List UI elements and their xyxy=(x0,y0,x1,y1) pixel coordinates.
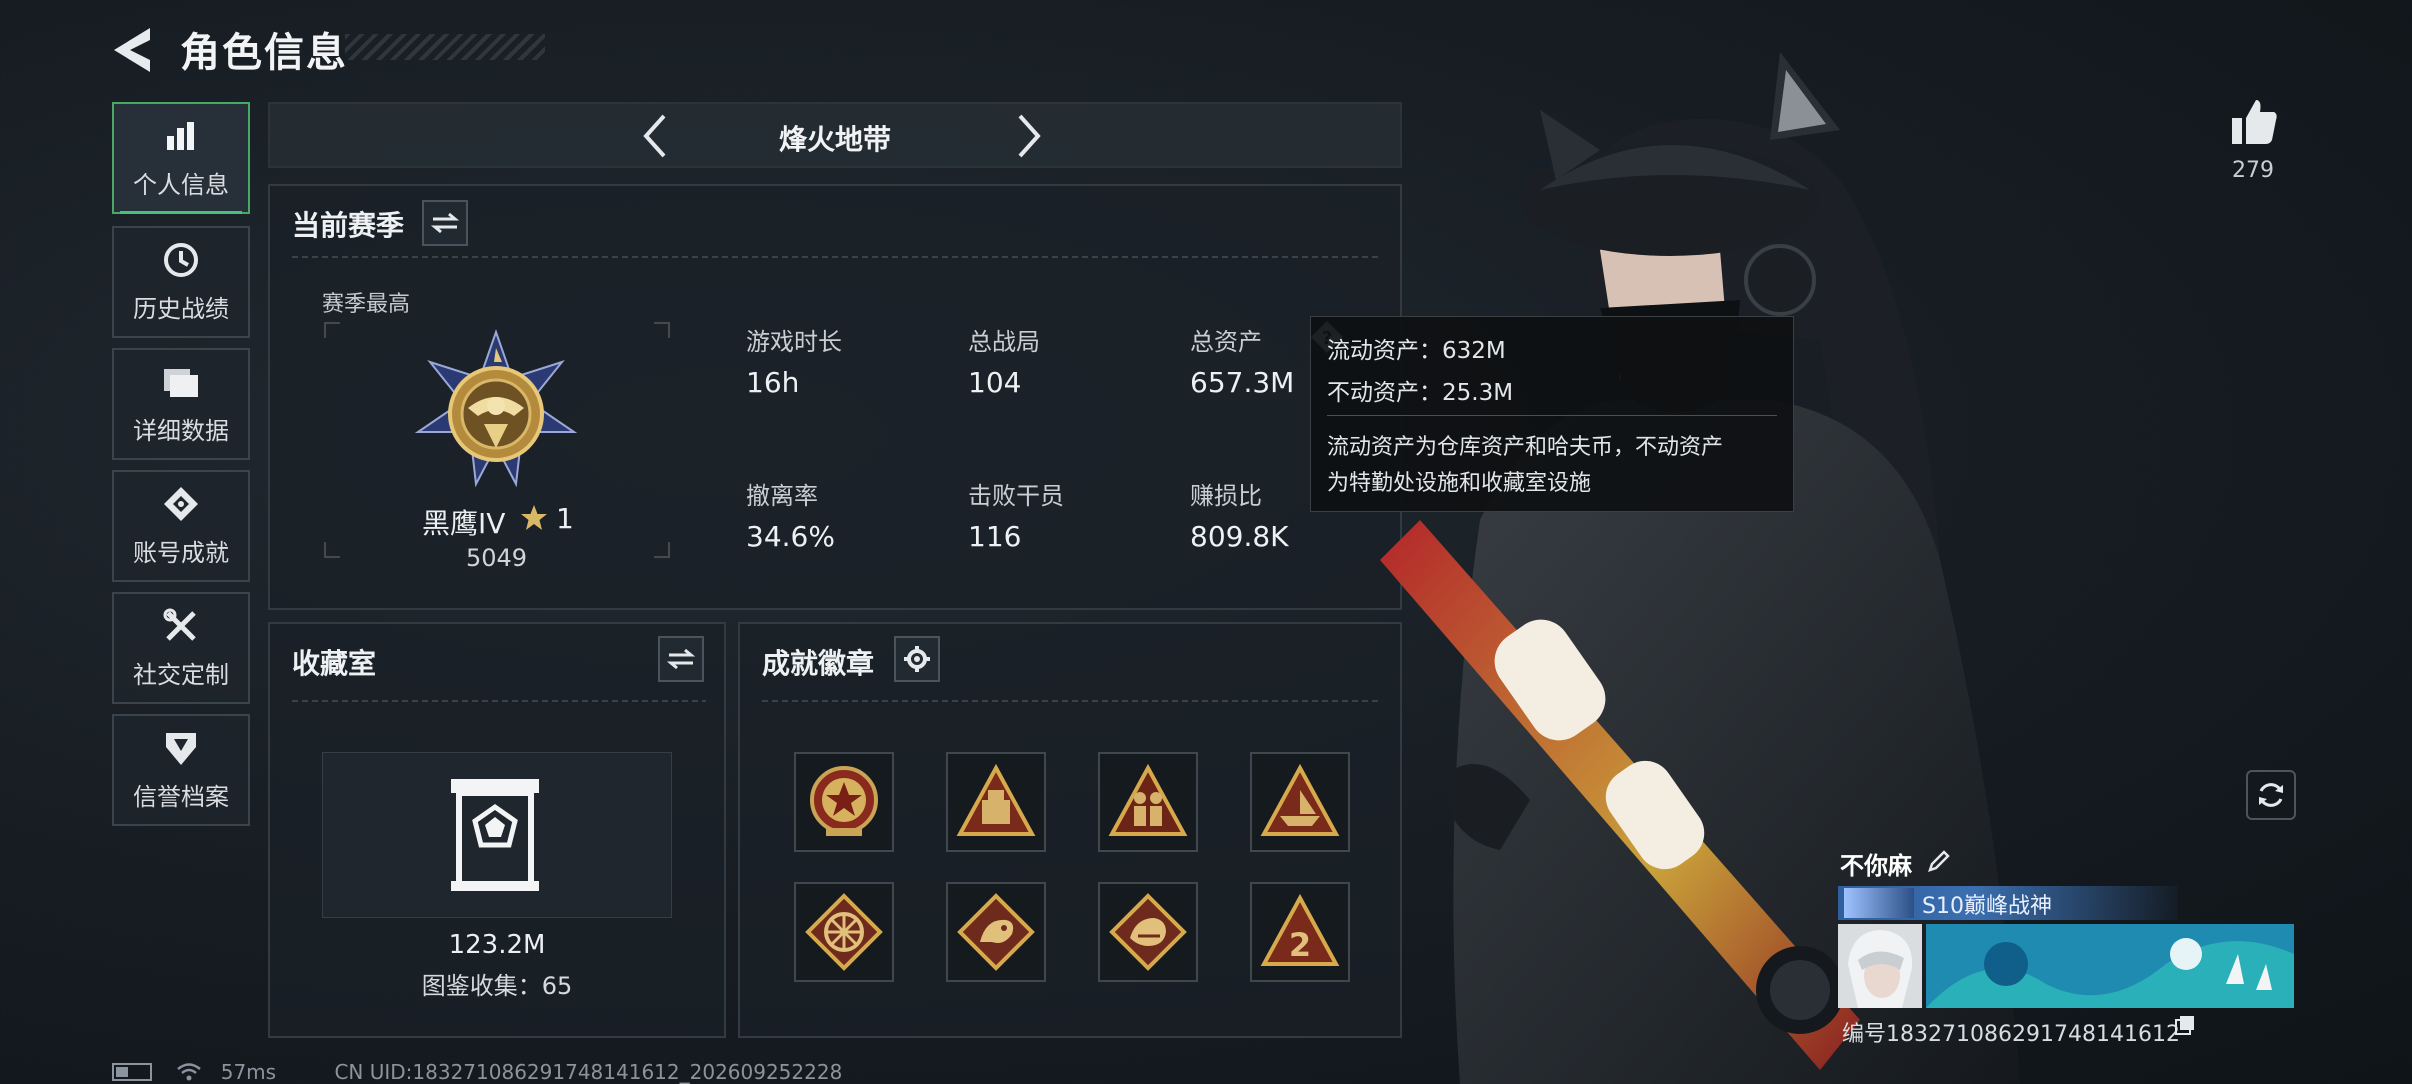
stat-label: 游戏时长 xyxy=(746,328,842,356)
avatar xyxy=(1838,924,1922,1008)
pencil-icon xyxy=(1928,850,1950,872)
achievements-title: 成就徽章 xyxy=(762,647,875,680)
divider xyxy=(292,700,706,702)
star-icon xyxy=(520,504,548,532)
next-mode-button[interactable] xyxy=(1004,112,1052,160)
edit-name-button[interactable] xyxy=(1926,848,1952,874)
collection-value: 123.2M xyxy=(448,930,546,960)
rank-stars: 1 xyxy=(556,502,574,535)
refresh-button[interactable] xyxy=(2246,770,2296,820)
stat-label: 撤离率 xyxy=(746,482,818,510)
swap-icon xyxy=(667,648,695,670)
nav-label: 社交定制 xyxy=(133,660,229,689)
thumbs-up-icon[interactable] xyxy=(2228,96,2280,148)
vault-icon xyxy=(447,777,543,893)
uid-text: CN UID:183271086291748141612_20260925222… xyxy=(334,1059,843,1084)
clock-history-icon xyxy=(161,241,201,279)
season-title: 当前赛季 xyxy=(292,209,405,242)
nav-history[interactable]: 历史战绩 xyxy=(112,226,250,338)
nav-label: 详细数据 xyxy=(133,416,229,445)
soldiers-badge-icon[interactable] xyxy=(1098,752,1198,852)
back-arrow-icon xyxy=(114,28,150,72)
back-button[interactable] xyxy=(110,24,158,76)
battery-icon xyxy=(112,1062,152,1081)
divider xyxy=(762,700,1382,702)
swap-icon xyxy=(431,212,459,234)
collection-preview[interactable] xyxy=(322,752,672,918)
divider xyxy=(292,256,1382,258)
refresh-icon xyxy=(2259,783,2283,807)
gear-icon xyxy=(904,646,930,672)
tooltip-fixed-assets: 不动资产：25.3M xyxy=(1327,380,1514,406)
season-best-label: 赛季最高 xyxy=(322,292,411,317)
stat-label: 总资产 xyxy=(1190,328,1262,356)
crate-badge-icon[interactable] xyxy=(946,752,1046,852)
season-panel: 当前赛季 赛季最高 黑鹰IV 1 5049 游戏时长 16h 总战局 104 总… xyxy=(268,184,1402,610)
season-switch-button[interactable] xyxy=(422,200,468,246)
copy-id-button[interactable] xyxy=(2174,1014,2196,1036)
mode-selector: 烽火地带 xyxy=(268,102,1402,168)
nav-label: 历史战绩 xyxy=(133,294,229,323)
stat-label: 赚损比 xyxy=(1190,482,1262,510)
tooltip-description-line1: 流动资产为仓库资产和哈夫币，不动资产 xyxy=(1327,435,1724,460)
title-emblem-icon xyxy=(1844,888,1914,918)
asset-tooltip: 流动资产：632M 不动资产：25.3M 流动资产为仓库资产和哈夫币，不动资产 … xyxy=(1310,316,1794,512)
achievement-diamond-icon xyxy=(161,485,201,523)
player-title: S10巅峰战神 xyxy=(1922,894,2052,919)
frame-corner xyxy=(654,322,670,338)
nav-reputation[interactable]: 信誉档案 xyxy=(112,714,250,826)
wheel-badge-icon[interactable] xyxy=(794,882,894,982)
stat-value: 104 xyxy=(968,366,1022,399)
player-name: 不你麻 xyxy=(1840,852,1912,880)
frame-corner xyxy=(324,542,340,558)
tooltip-divider xyxy=(1327,415,1777,416)
dragon-badge-icon[interactable] xyxy=(946,882,1046,982)
shield-icon xyxy=(161,729,201,767)
player-card[interactable]: 不你麻 S10巅峰战神 编号183271086291748141612 xyxy=(1836,836,2296,1052)
collection-switch-button[interactable] xyxy=(658,636,704,682)
page-title: 角色信息 xyxy=(180,30,348,76)
mode-title: 烽火地带 xyxy=(778,123,891,156)
player-banner-image xyxy=(1926,924,2294,1008)
nav-social-custom[interactable]: 社交定制 xyxy=(112,592,250,704)
nav-detailed-data[interactable]: 详细数据 xyxy=(112,348,250,460)
stat-label: 击败干员 xyxy=(968,482,1064,510)
collection-title: 收藏室 xyxy=(292,647,377,680)
wifi-icon xyxy=(176,1062,202,1082)
ping-value: 57ms xyxy=(220,1059,277,1084)
achievements-settings-button[interactable] xyxy=(894,636,940,682)
tooltip-liquid-assets: 流动资产：632M xyxy=(1327,338,1506,364)
rank-name: 黑鹰IV xyxy=(422,507,506,540)
copy-icon xyxy=(2175,1016,2194,1035)
collection-count: 图鉴收集：65 xyxy=(421,972,573,1000)
tools-icon xyxy=(161,607,201,645)
nav-label: 信誉档案 xyxy=(133,782,229,811)
frame-corner xyxy=(324,322,340,338)
nav-account-achievements[interactable]: 账号成就 xyxy=(112,470,250,582)
collection-panel: 收藏室 123.2M 图鉴收集：65 xyxy=(268,622,726,1038)
beast-badge-icon[interactable] xyxy=(1098,882,1198,982)
tooltip-description-line2: 为特勤处设施和收藏室设施 xyxy=(1327,471,1592,496)
nav-personal-info[interactable]: 个人信息 xyxy=(112,102,250,214)
like-count: 279 xyxy=(2232,158,2274,183)
player-id: 编号183271086291748141612 xyxy=(1842,1022,2180,1047)
status-bar: 57ms CN UID:183271086291748141612_202609… xyxy=(112,1058,842,1084)
player-title-plate: S10巅峰战神 xyxy=(1838,886,2178,920)
frame-corner xyxy=(654,542,670,558)
rank-emblem-icon xyxy=(406,328,586,496)
stat-value: 657.3M xyxy=(1190,366,1295,399)
stat-value: 116 xyxy=(968,520,1022,553)
stat-value: 16h xyxy=(746,366,800,399)
nav-label: 个人信息 xyxy=(133,170,229,199)
chevron-right-icon xyxy=(1018,114,1041,158)
nav-label: 账号成就 xyxy=(133,538,229,567)
stat-value: 809.8K xyxy=(1190,520,1289,553)
star-shield-badge-icon[interactable] xyxy=(794,752,894,852)
bar-chart-icon xyxy=(161,117,201,155)
folder-icon xyxy=(161,363,201,401)
title-decoration xyxy=(345,34,545,60)
rank-score: 5049 xyxy=(466,544,528,572)
stat-label: 总战局 xyxy=(968,328,1040,356)
stat-value: 34.6% xyxy=(746,520,835,553)
